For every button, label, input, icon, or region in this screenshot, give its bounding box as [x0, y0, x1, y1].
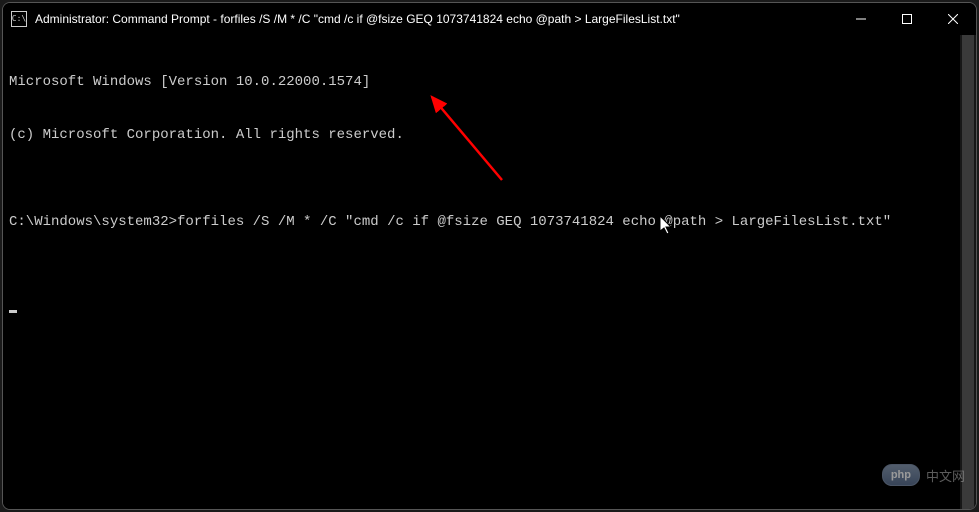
terminal-output[interactable]: Microsoft Windows [Version 10.0.22000.15…	[3, 35, 976, 509]
command-text: forfiles /S /M * /C "cmd /c if @fsize GE…	[177, 214, 891, 232]
titlebar[interactable]: C:\ Administrator: Command Prompt - forf…	[3, 3, 976, 35]
prompt-line: C:\Windows\system32>forfiles /S /M * /C …	[9, 214, 970, 232]
prompt-path: C:\Windows\system32>	[9, 214, 177, 232]
scrollbar-thumb[interactable]	[962, 35, 974, 509]
command-prompt-window: C:\ Administrator: Command Prompt - forf…	[2, 2, 977, 510]
minimize-icon	[856, 14, 866, 24]
cursor-line	[9, 302, 970, 320]
app-icon: C:\	[11, 11, 27, 27]
window-title: Administrator: Command Prompt - forfiles…	[35, 12, 838, 26]
version-line: Microsoft Windows [Version 10.0.22000.15…	[9, 74, 970, 92]
close-button[interactable]	[930, 3, 976, 35]
window-controls	[838, 3, 976, 35]
maximize-button[interactable]	[884, 3, 930, 35]
minimize-button[interactable]	[838, 3, 884, 35]
copyright-line: (c) Microsoft Corporation. All rights re…	[9, 127, 970, 145]
scrollbar[interactable]	[960, 35, 976, 509]
text-cursor	[9, 310, 17, 313]
close-icon	[948, 14, 958, 24]
maximize-icon	[902, 14, 912, 24]
